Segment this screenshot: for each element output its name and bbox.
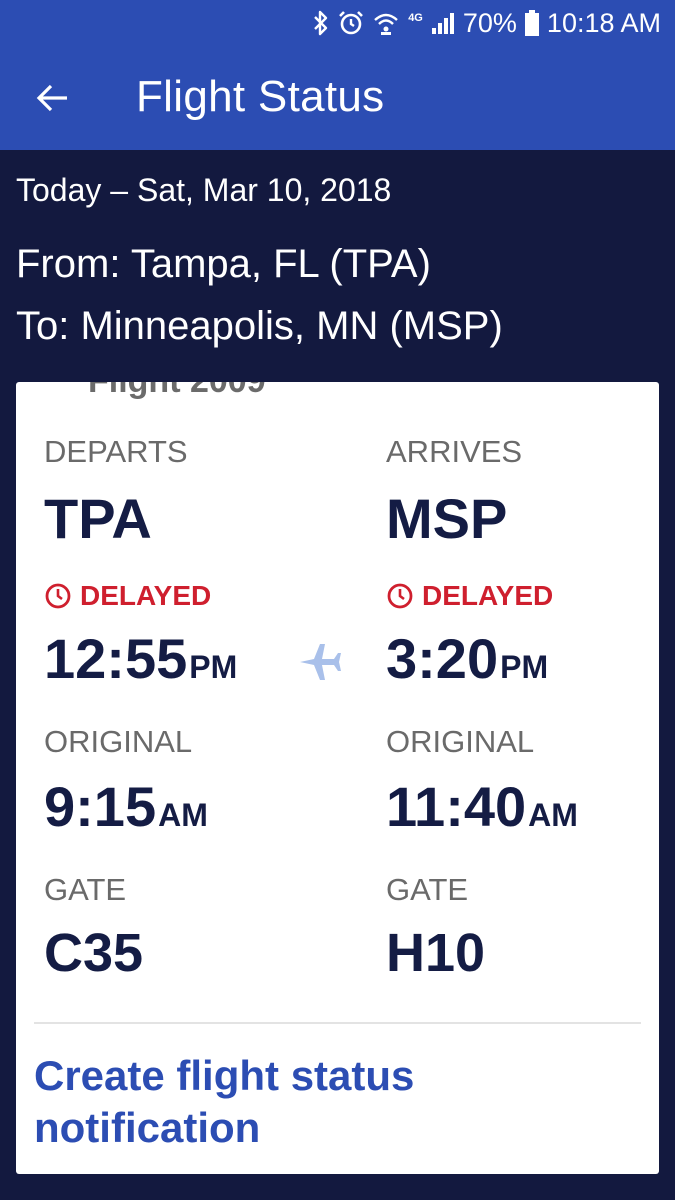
- departure-gate-label: GATE: [44, 872, 127, 907]
- arrival-time-value: 3:20: [386, 627, 499, 690]
- departure-time-value: 12:55: [44, 627, 188, 690]
- departure-original-label: ORIGINAL: [44, 724, 193, 759]
- alarm-icon: [338, 10, 364, 36]
- status-bar: 4G 70% 10:18 AM: [0, 0, 675, 46]
- departure-original-time-value: 9:15: [44, 775, 157, 838]
- departure-time-ampm: PM: [189, 649, 238, 685]
- airplane-icon: [300, 644, 341, 680]
- signal-icon: [431, 11, 455, 35]
- departs-label: DEPARTS: [44, 434, 188, 469]
- departure-delay-status: DELAYED: [44, 580, 211, 612]
- destination-city: To: Minneapolis, MN (MSP): [16, 304, 503, 348]
- arrow-left-icon: [36, 84, 67, 112]
- clock-time: 10:18 AM: [546, 7, 661, 38]
- arrives-label: ARRIVES: [386, 434, 523, 469]
- arrival-delay-status: DELAYED: [386, 580, 553, 612]
- create-notification-link[interactable]: Create flight status notification: [34, 1050, 594, 1154]
- bluetooth-icon: [312, 10, 330, 36]
- arrival-original-time-value: 11:40: [386, 775, 527, 838]
- status-icons: 4G 70% 10:18 AM: [312, 6, 661, 40]
- arrival-time: 3:20 PM: [386, 626, 548, 691]
- battery-icon: [524, 10, 539, 36]
- flight-number: Flight 2009: [88, 382, 266, 401]
- clock-icon: [387, 583, 413, 609]
- origin-city: From: Tampa, FL (TPA): [16, 242, 431, 286]
- departure-time: 12:55 PM: [44, 626, 237, 691]
- arrival-original-time-ampm: AM: [528, 797, 578, 833]
- arrival-gate-label: GATE: [386, 872, 469, 907]
- back-button[interactable]: [28, 76, 76, 120]
- clock-icon: [45, 583, 71, 609]
- arrival-time-ampm: PM: [500, 649, 549, 685]
- arrival-original-label: ORIGINAL: [386, 724, 535, 759]
- departure-gate: C35: [44, 923, 144, 983]
- departure-airport-code: TPA: [44, 487, 152, 550]
- divider: [34, 1022, 641, 1024]
- network-type-label: 4G: [408, 12, 423, 24]
- flight-date: Today – Sat, Mar 10, 2018: [16, 172, 392, 208]
- arrival-original-time: 11:40 AM: [386, 774, 578, 839]
- battery-percent: 70%: [462, 7, 517, 38]
- departure-original-time-ampm: AM: [158, 797, 208, 833]
- route-header: Today – Sat, Mar 10, 2018 From: Tampa, F…: [0, 150, 675, 390]
- arrival-airport-code: MSP: [386, 487, 508, 550]
- departure-status-text: DELAYED: [80, 580, 212, 611]
- wifi-calling-icon: [372, 10, 400, 36]
- departure-original-time: 9:15 AM: [44, 774, 208, 839]
- flight-card: Flight 2009 DEPARTS TPA DELAYED 12:55 PM…: [16, 382, 659, 1174]
- app-bar: Flight Status: [0, 46, 675, 150]
- arrival-status-text: DELAYED: [422, 580, 554, 611]
- page-title: Flight Status: [136, 72, 385, 121]
- arrival-gate: H10: [386, 923, 486, 983]
